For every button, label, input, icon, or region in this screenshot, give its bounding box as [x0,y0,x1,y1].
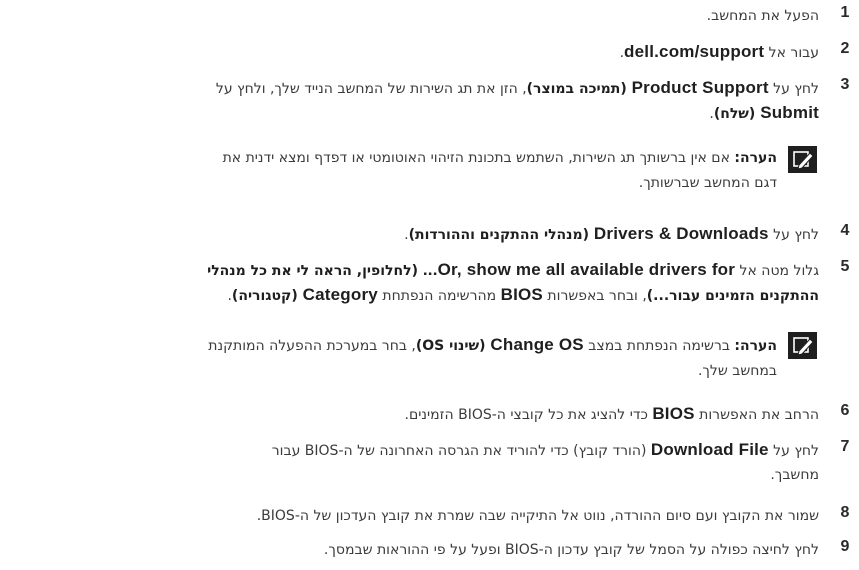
change-os-label: Change OS [490,335,584,354]
step-number: 7 [840,438,850,455]
step-number: 9 [840,538,850,555]
step-text: שמור את הקובץ ועם סיום ההורדה, נווט אל ה… [256,508,819,524]
step-number: 3 [840,76,850,93]
step-text: לחץ על Product Support (תמיכה במוצר), הז… [215,78,819,122]
note-1: הערה: אם אין ברשותך תג השירות, השתמש בתכ… [0,146,859,196]
submit-label: Submit [760,103,819,122]
step-3: 3 לחץ על Product Support (תמיכה במוצר), … [0,76,859,126]
step-6: 6 הרחב את האפשרות BIOS כדי להציג את כל ק… [0,402,859,426]
step-text: לחץ על Drivers & Downloads (מנהלי ההתקני… [404,224,819,243]
note-text: הערה: ברשימה הנפתחת במצב Change OS (שינו… [208,335,777,379]
drivers-downloads-label: Drivers & Downloads [593,224,769,243]
step-4: 4 לחץ על Drivers & Downloads (מנהלי ההתק… [0,222,859,246]
step-9: 9 לחץ לחיצה כפולה על הסמל של קובץ עדכון … [0,538,859,562]
note-pencil-icon [788,146,817,173]
step-text: עבור אל dell.com/support. [619,42,819,61]
step-number: 1 [840,4,850,21]
step-number: 4 [840,222,850,239]
step-number: 6 [840,402,850,419]
product-support-label: Product Support [631,78,769,97]
step-number: 8 [840,504,850,521]
step-2: 2 עבור אל dell.com/support. [0,40,859,64]
step-text: לחץ על Download File (הורד קובץ) כדי להו… [271,440,819,483]
step-number: 5 [840,258,850,275]
document-page: 1 הפעל את המחשב. 2 עבור אל dell.com/supp… [0,0,859,570]
note-pencil-icon [788,332,817,359]
step-text: הפעל את המחשב. [706,8,819,24]
step-8: 8 שמור את הקובץ ועם סיום ההורדה, נווט אל… [0,504,859,528]
bios-option: BIOS [652,404,695,423]
bios-option: BIOS [500,285,543,304]
step-7: 7 לחץ על Download File (הורד קובץ) כדי ל… [0,438,859,488]
support-url[interactable]: dell.com/support [624,42,764,61]
show-all-drivers-label: ...Or, show me all available drivers for [422,260,736,279]
step-1: 1 הפעל את המחשב. [0,4,859,28]
step-text: לחץ לחיצה כפולה על הסמל של קובץ עדכון ה-… [323,542,819,558]
step-number: 2 [840,40,850,57]
note-2: הערה: ברשימה הנפתחת במצב Change OS (שינו… [0,332,859,382]
step-text: הרחב את האפשרות BIOS כדי להציג את כל קוב… [404,404,819,423]
note-text: הערה: אם אין ברשותך תג השירות, השתמש בתכ… [222,150,777,191]
category-label: Category [302,285,378,304]
step-text: גלול מטה אל ...Or, show me all available… [207,260,819,304]
step-5: 5 גלול מטה אל ...Or, show me all availab… [0,258,859,308]
download-file-label: Download File [650,440,769,459]
